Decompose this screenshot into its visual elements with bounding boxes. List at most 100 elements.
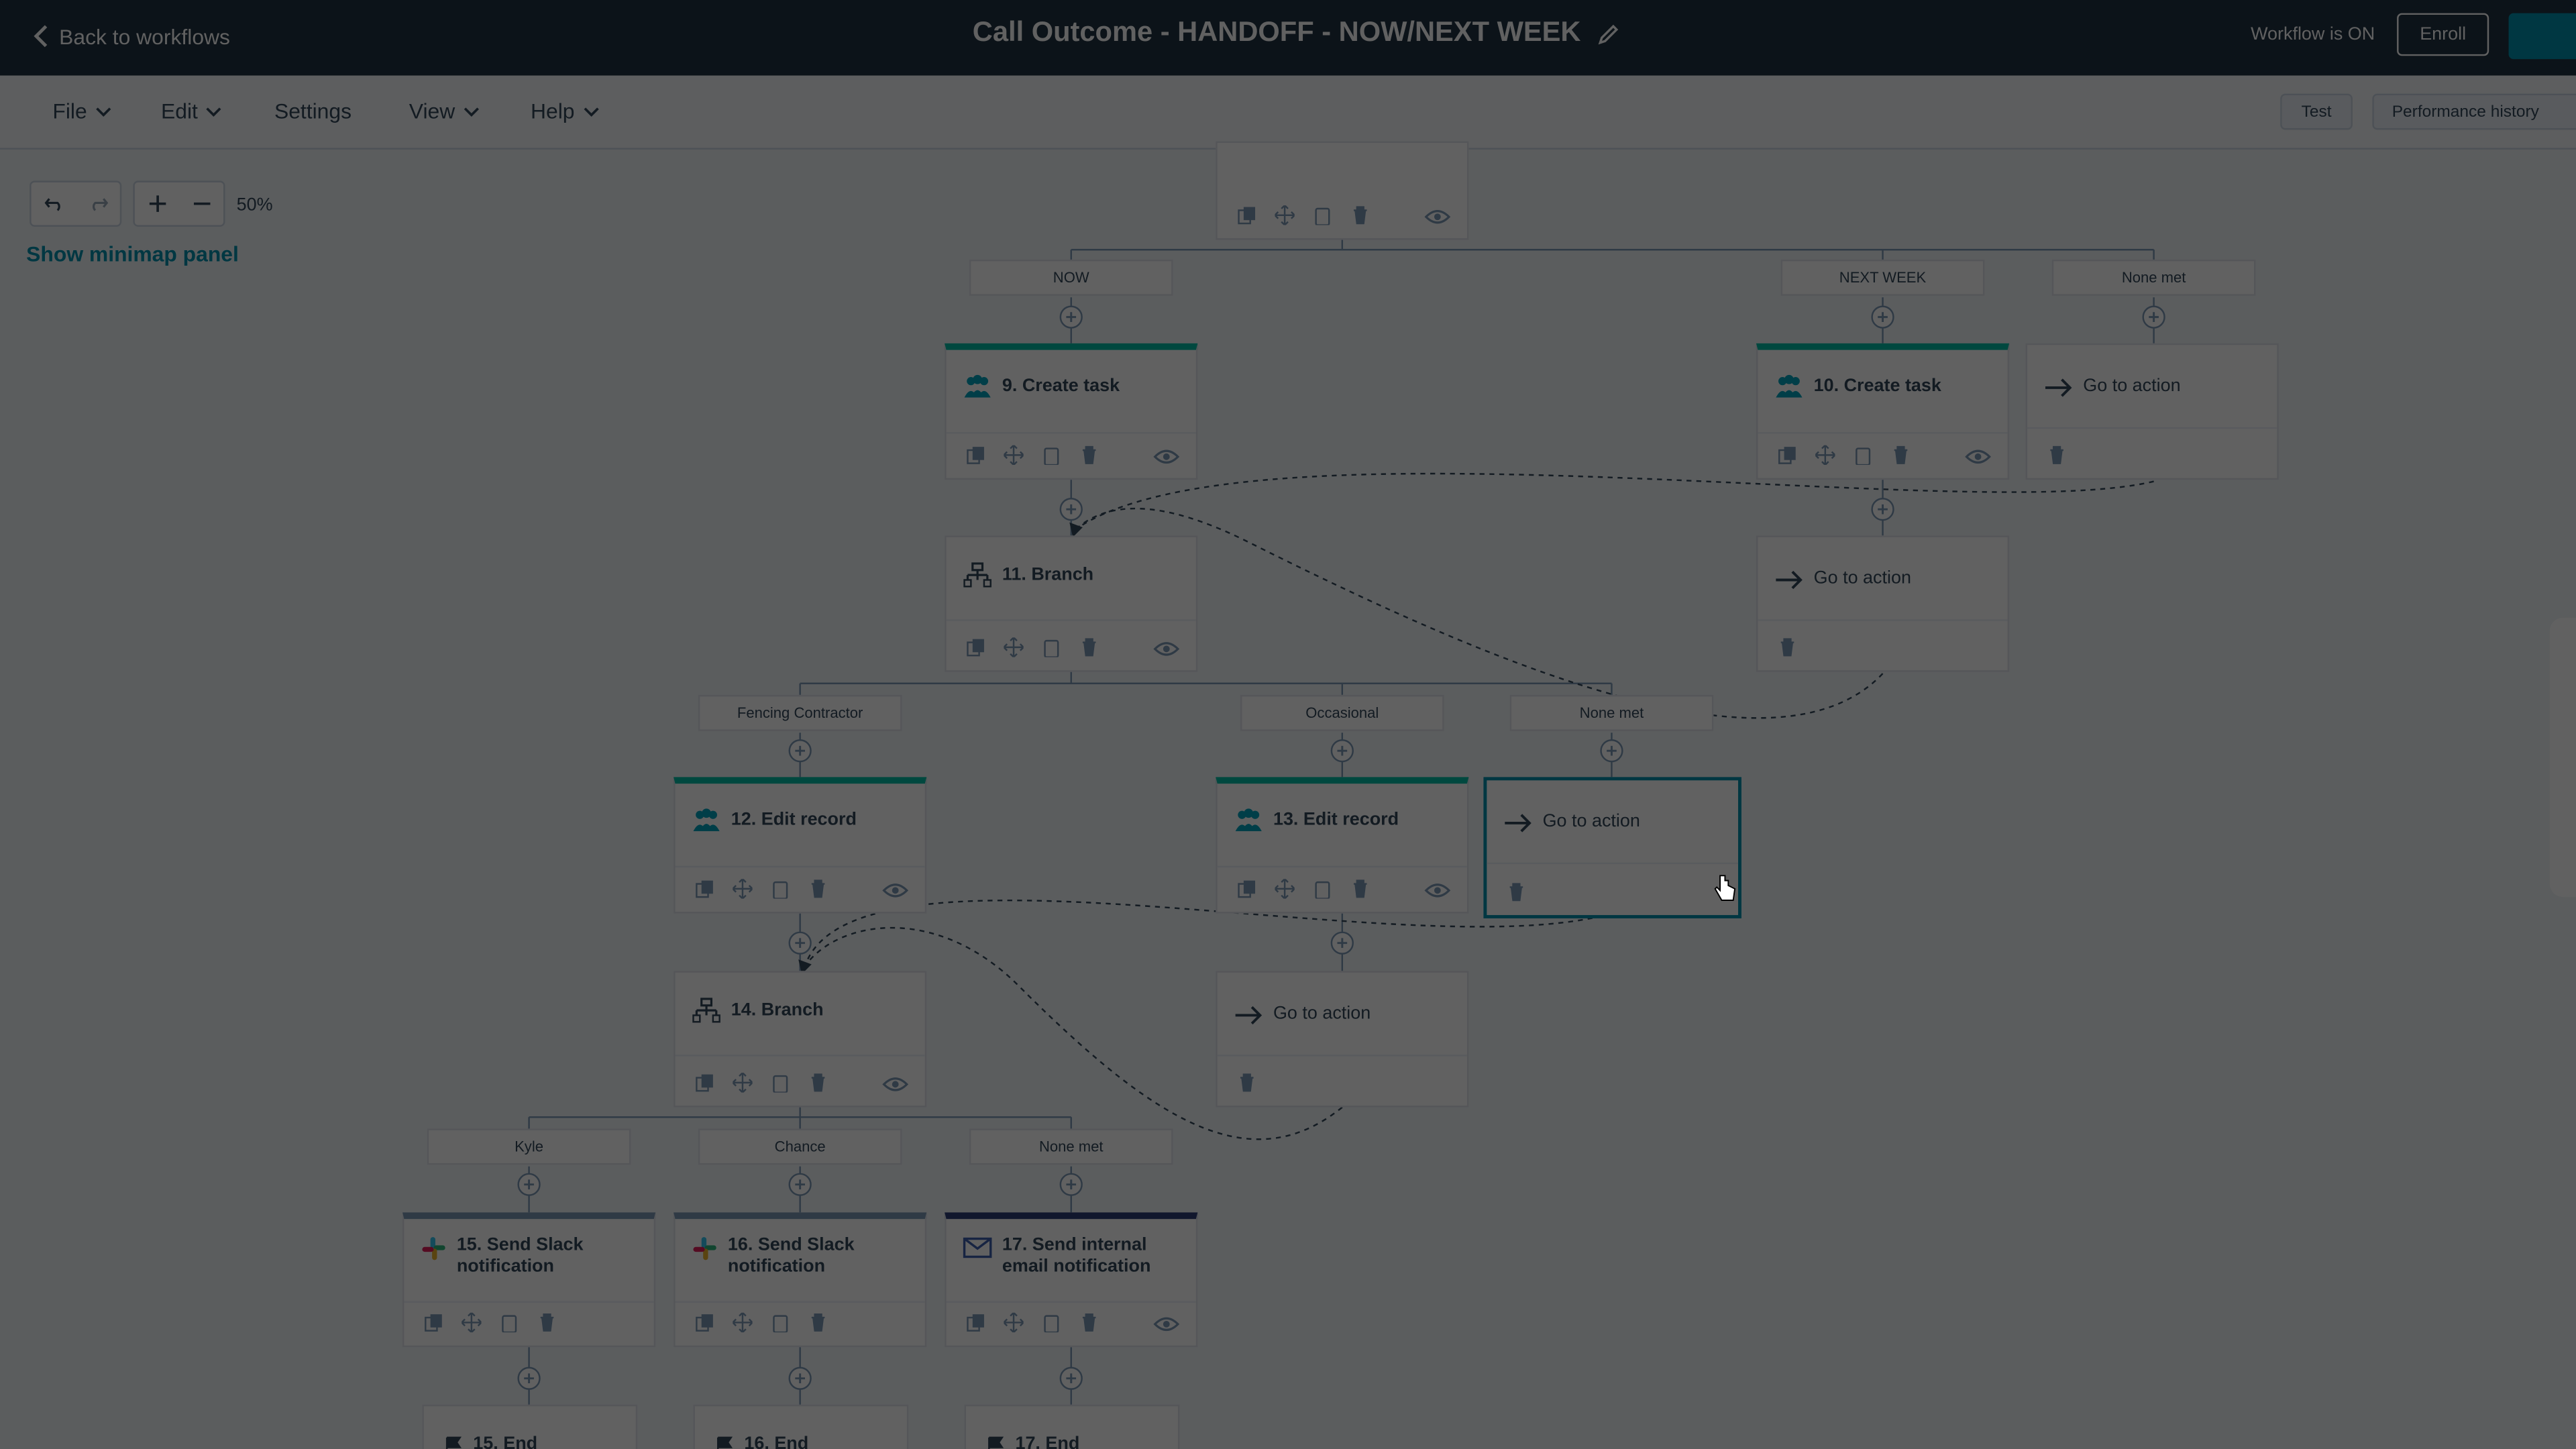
node-title-line-1: 16. Send Slack [727, 1235, 855, 1256]
trash-icon[interactable] [1079, 445, 1099, 465]
copy-icon[interactable] [966, 1313, 985, 1332]
action-node-send-email[interactable]: 17. Send internal email notification [945, 1212, 1198, 1348]
eye-icon[interactable] [882, 1076, 909, 1092]
arrow-right-icon [2044, 377, 2074, 396]
copy-icon[interactable] [695, 1073, 714, 1092]
eye-icon[interactable] [882, 882, 909, 898]
move-icon[interactable] [1275, 205, 1295, 225]
branch-node[interactable]: 14. Branch [674, 971, 927, 1108]
branch-label-occasional[interactable]: Occasional [1240, 694, 1444, 731]
action-node-create-task[interactable]: 9. Create task [945, 343, 1198, 480]
end-node[interactable]: 17. End [964, 1404, 1180, 1449]
trash-icon[interactable] [1891, 445, 1911, 465]
action-node-edit-record[interactable]: 12. Edit record [674, 777, 927, 914]
clipboard-icon[interactable] [1042, 1313, 1061, 1333]
copy-icon[interactable] [695, 879, 714, 898]
branch-label-chance[interactable]: Chance [698, 1128, 902, 1165]
clipboard-icon[interactable] [771, 879, 790, 899]
branch-node[interactable]: 11. Branch [945, 535, 1198, 672]
move-icon[interactable] [462, 1312, 482, 1333]
move-icon[interactable] [1004, 1312, 1024, 1333]
go-to-action-node[interactable]: Go to action [1756, 535, 2010, 672]
eye-icon[interactable] [1153, 1316, 1180, 1332]
node-header: 14. Branch [692, 998, 824, 1024]
copy-icon[interactable] [695, 1313, 714, 1332]
copy-icon[interactable] [1778, 445, 1797, 465]
trash-icon[interactable] [537, 1313, 557, 1332]
branch-label-none-met[interactable]: None met [1509, 694, 1714, 731]
workflow-node-partial[interactable] [1216, 141, 1469, 240]
action-node-edit-record[interactable]: 13. Edit record [1216, 777, 1469, 914]
trash-icon[interactable] [808, 1073, 828, 1092]
node-toolbar [2047, 445, 2066, 465]
clipboard-icon[interactable] [499, 1313, 519, 1333]
trash-icon[interactable] [1079, 1313, 1099, 1332]
trash-icon[interactable] [1350, 205, 1370, 225]
trash-icon[interactable] [1079, 637, 1099, 657]
action-node-create-task[interactable]: 10. Create task [1756, 343, 2010, 480]
branch-label-fencing-contractor[interactable]: Fencing Contractor [698, 694, 902, 731]
action-node-send-slack[interactable]: 16. Send Slack notification [674, 1212, 927, 1348]
branch-label-none-met[interactable]: None met [969, 1128, 1173, 1165]
trash-icon[interactable] [808, 1313, 828, 1332]
copy-icon[interactable] [966, 445, 985, 465]
action-node-send-slack[interactable]: 15. Send Slack notification [402, 1212, 656, 1348]
move-icon[interactable] [733, 879, 753, 899]
trash-icon[interactable] [1237, 1073, 1256, 1092]
copy-icon[interactable] [1237, 205, 1256, 225]
eye-icon[interactable] [1153, 449, 1180, 465]
node-title: 14. Branch [731, 1000, 824, 1020]
workflow-canvas[interactable]: Back to workflows Call Outcome - HANDOFF… [0, 0, 2576, 1449]
node-toolbar [1237, 205, 1370, 225]
clipboard-icon[interactable] [771, 1073, 790, 1093]
move-icon[interactable] [1004, 445, 1024, 466]
node-toolbar [966, 1312, 1099, 1333]
side-panel-tab[interactable] [2549, 617, 2576, 898]
go-to-action-node[interactable]: Go to action [1216, 971, 1469, 1108]
branch-label-kyle[interactable]: Kyle [427, 1128, 631, 1165]
node-toolbar [1507, 882, 1526, 902]
end-node[interactable]: 15. End [422, 1404, 638, 1449]
clipboard-icon[interactable] [1313, 205, 1332, 225]
trash-icon[interactable] [1507, 882, 1526, 902]
node-divider [675, 1301, 925, 1303]
clipboard-icon[interactable] [1313, 879, 1332, 899]
node-title: Go to action [1813, 568, 1911, 588]
branch-label-now[interactable]: NOW [969, 259, 1173, 296]
eye-icon[interactable] [1153, 641, 1180, 657]
copy-icon[interactable] [1237, 879, 1256, 898]
node-header: 17. Send internal email notification [963, 1236, 1150, 1279]
trash-icon[interactable] [2047, 445, 2066, 465]
node-header: Go to action [1774, 568, 1911, 590]
clipboard-icon[interactable] [1042, 445, 1061, 466]
node-toolbar [1778, 445, 1911, 466]
node-title: 15. End [473, 1434, 538, 1449]
trash-icon[interactable] [1350, 879, 1370, 898]
eye-icon[interactable] [1965, 449, 1991, 465]
node-divider [2027, 427, 2277, 429]
node-title: 16. Send Slack notification [728, 1236, 855, 1279]
hand-cursor-icon [1713, 874, 1736, 904]
eye-icon[interactable] [1424, 209, 1451, 225]
trash-icon[interactable] [808, 879, 828, 898]
clipboard-icon[interactable] [771, 1313, 790, 1333]
move-icon[interactable] [733, 1312, 753, 1333]
branch-label-none-met[interactable]: None met [2051, 259, 2256, 296]
copy-icon[interactable] [424, 1313, 443, 1332]
node-title: 17. Send internal email notification [1002, 1236, 1151, 1279]
trash-icon[interactable] [1778, 637, 1797, 657]
branch-label-next-week[interactable]: NEXT WEEK [1780, 259, 1985, 296]
go-to-action-node[interactable]: Go to action [2025, 343, 2279, 480]
node-toolbar [1237, 1073, 1256, 1092]
clipboard-icon[interactable] [1853, 445, 1872, 466]
eye-icon[interactable] [1424, 882, 1451, 898]
move-icon[interactable] [1815, 445, 1835, 466]
copy-icon[interactable] [966, 637, 985, 657]
move-icon[interactable] [1275, 879, 1295, 899]
move-icon[interactable] [1004, 637, 1024, 657]
node-toolbar [966, 445, 1099, 466]
move-icon[interactable] [733, 1073, 753, 1093]
go-to-action-node-selected[interactable]: Go to action [1483, 777, 1741, 918]
clipboard-icon[interactable] [1042, 637, 1061, 657]
end-node[interactable]: 16. End [693, 1404, 909, 1449]
